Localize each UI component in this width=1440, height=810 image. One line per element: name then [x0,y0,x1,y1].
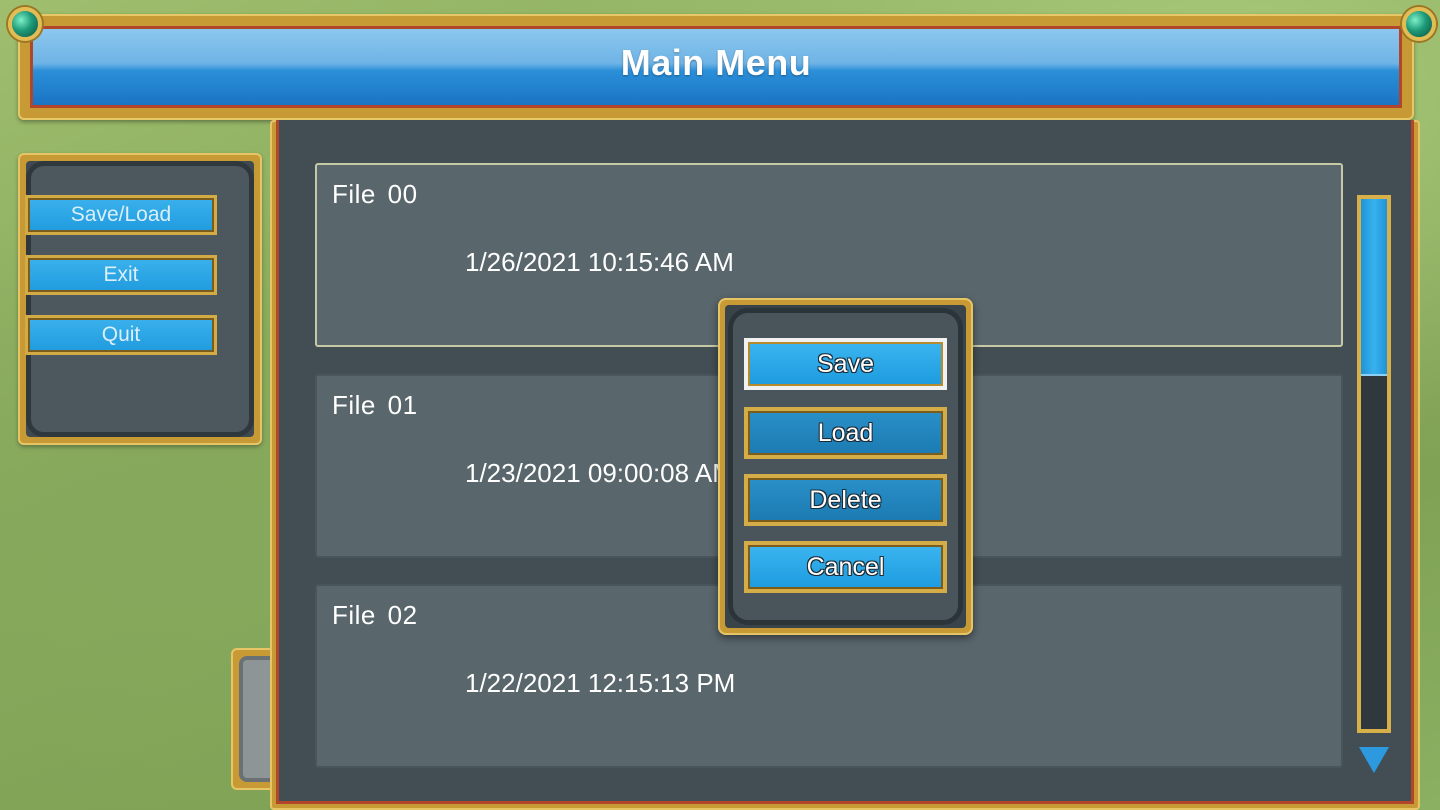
file-date: 1/23/2021 09:00:08 AM [465,458,734,488]
save-load-button[interactable]: Save/Load [25,195,217,235]
save-button[interactable]: Save [744,338,947,390]
background-panel [231,648,275,790]
file-name: File 02 [332,600,418,630]
title-banner: Main Menu [18,14,1414,120]
load-button[interactable]: Load [744,407,947,459]
file-name: File 00 [332,179,418,209]
quit-label: Quit [28,318,214,352]
file-date: 1/26/2021 10:15:46 AM [465,247,734,277]
triangle-down-icon[interactable] [1359,747,1389,773]
exit-button[interactable]: Exit [25,255,217,295]
gem-icon [1402,7,1436,41]
save-label: Save [748,342,943,386]
delete-button[interactable]: Delete [744,474,947,526]
exit-label: Exit [28,258,214,292]
title-banner-inner: Main Menu [30,26,1402,108]
scrollbar-well [1361,199,1387,729]
load-label: Load [748,411,943,455]
file-date: 1/22/2021 12:15:13 PM [465,668,736,698]
page-title: Main Menu [620,42,812,83]
scrollbar-track[interactable] [1357,195,1391,733]
delete-label: Delete [748,478,943,522]
cancel-button[interactable]: Cancel [744,541,947,593]
file-action-popup: Save Load Delete Cancel [718,298,973,635]
cancel-label: Cancel [748,545,943,589]
quit-button[interactable]: Quit [25,315,217,355]
scrollbar-thumb[interactable] [1361,199,1387,376]
file-name: File 01 [332,390,418,420]
gem-icon [8,7,42,41]
save-load-label: Save/Load [28,198,214,232]
